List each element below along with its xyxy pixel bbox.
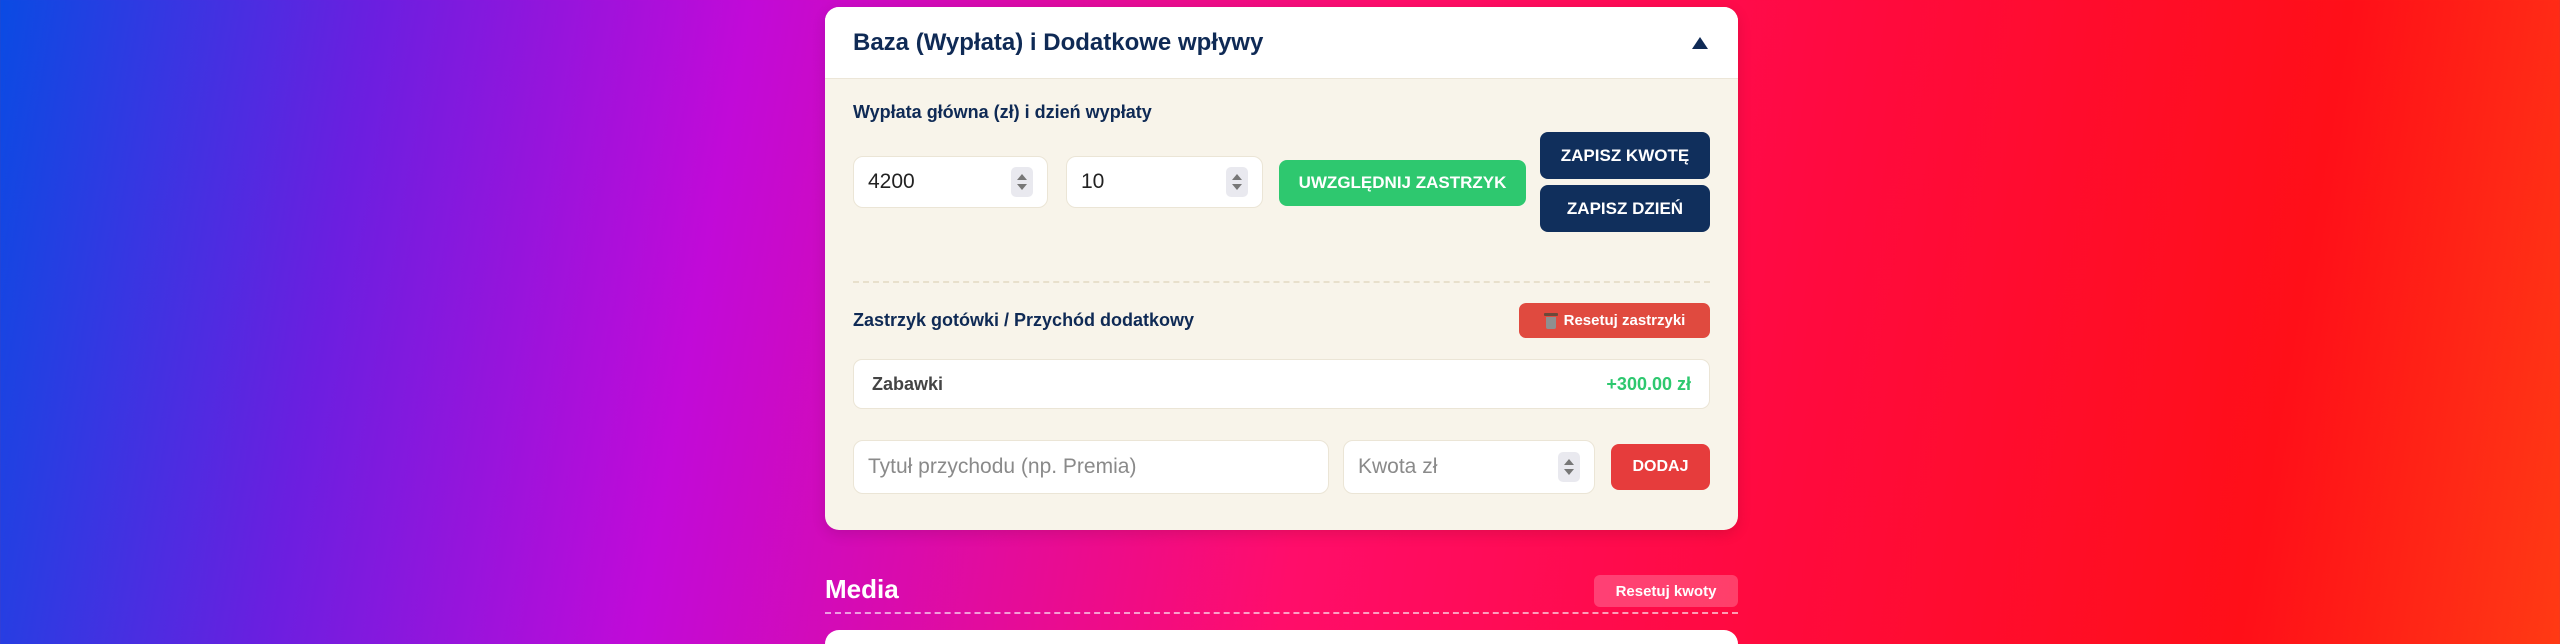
income-amount-input[interactable]: Kwota zł bbox=[1343, 440, 1595, 494]
panel-title: Baza (Wypłata) i Dodatkowe wpływy bbox=[853, 28, 1264, 56]
amount-stepper[interactable] bbox=[1558, 452, 1580, 482]
income-list-item: Zabawki +300.00 zł bbox=[853, 359, 1710, 409]
media-card bbox=[825, 630, 1738, 644]
income-name: Zabawki bbox=[872, 373, 944, 394]
collapse-up-icon[interactable] bbox=[1692, 36, 1708, 49]
income-amount: +300.00 zł bbox=[1606, 373, 1691, 394]
include-injection-button[interactable]: UWZGLĘDNIJ ZASTRZYK bbox=[1279, 160, 1526, 206]
stepper-up-icon[interactable] bbox=[1564, 459, 1574, 465]
reset-amounts-button[interactable]: Resetuj kwoty bbox=[1594, 575, 1738, 607]
stepper-up-icon[interactable] bbox=[1017, 174, 1027, 180]
salary-value: 4200 bbox=[868, 170, 915, 193]
reset-injections-button[interactable]: Resetuj zastrzyki bbox=[1519, 303, 1710, 338]
income-amount-placeholder: Kwota zł bbox=[1358, 455, 1438, 478]
save-day-button[interactable]: ZAPISZ DZIEŃ bbox=[1540, 185, 1710, 232]
stepper-down-icon[interactable] bbox=[1017, 184, 1027, 190]
media-section-title: Media bbox=[825, 574, 899, 604]
media-divider bbox=[825, 612, 1738, 614]
panel-header[interactable]: Baza (Wypłata) i Dodatkowe wpływy bbox=[825, 7, 1738, 79]
stepper-down-icon[interactable] bbox=[1564, 469, 1574, 475]
stepper-down-icon[interactable] bbox=[1232, 184, 1242, 190]
reset-injections-label: Resetuj zastrzyki bbox=[1563, 312, 1686, 329]
section-divider bbox=[853, 281, 1710, 283]
payday-value: 10 bbox=[1081, 170, 1105, 193]
salary-stepper[interactable] bbox=[1011, 167, 1033, 197]
income-title-placeholder: Tytuł przychodu (np. Premia) bbox=[868, 455, 1137, 478]
payday-input[interactable]: 10 bbox=[1066, 156, 1263, 208]
salary-input[interactable]: 4200 bbox=[853, 156, 1048, 208]
income-title-input[interactable]: Tytuł przychodu (np. Premia) bbox=[853, 440, 1329, 494]
save-amount-button[interactable]: ZAPISZ KWOTĘ bbox=[1540, 132, 1710, 179]
income-panel: Baza (Wypłata) i Dodatkowe wpływy Wypłat… bbox=[825, 7, 1738, 530]
trash-icon bbox=[1543, 312, 1558, 329]
injection-label: Zastrzyk gotówki / Przychód dodatkowy bbox=[853, 310, 1195, 330]
payday-stepper[interactable] bbox=[1226, 167, 1248, 197]
add-income-button[interactable]: DODAJ bbox=[1611, 444, 1710, 490]
salary-label: Wypłata główna (zł) i dzień wypłaty bbox=[853, 102, 1152, 122]
stepper-up-icon[interactable] bbox=[1232, 174, 1242, 180]
